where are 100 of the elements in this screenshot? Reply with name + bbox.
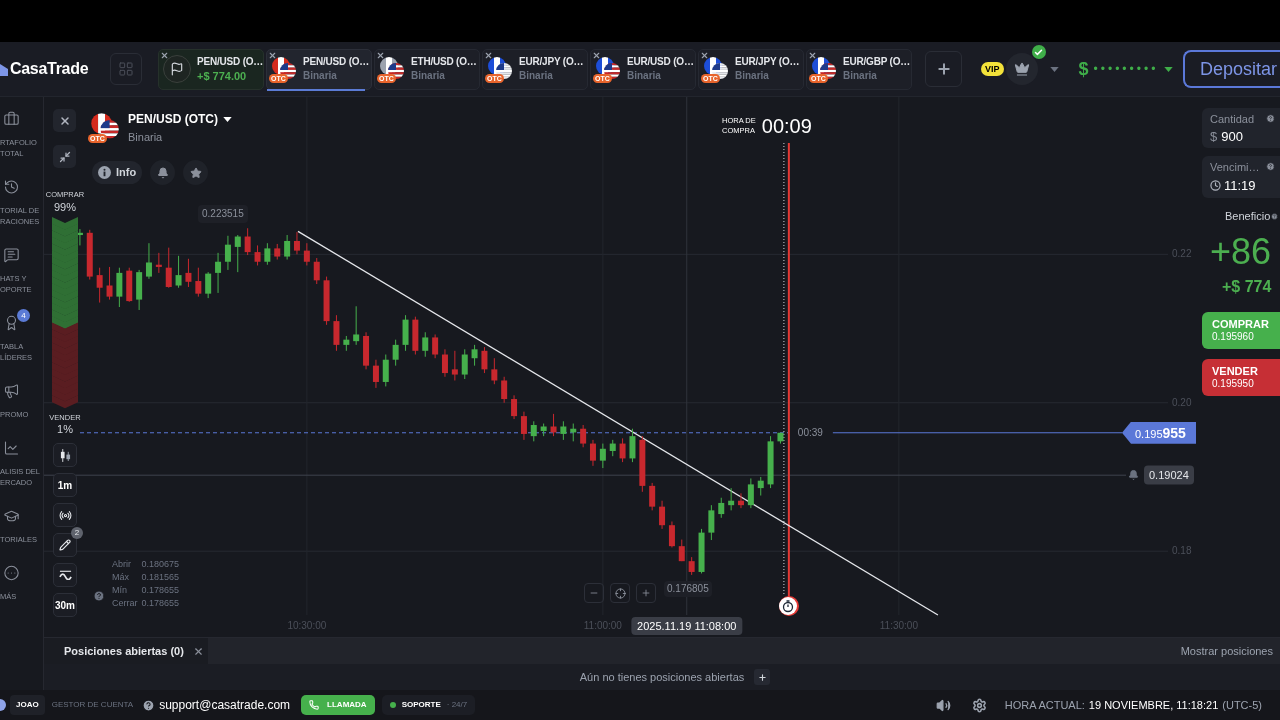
ohlc-value: 0.181565 [141,571,180,584]
favorite-button[interactable] [183,160,209,185]
candle [234,234,241,273]
candle [155,252,162,274]
close-icon[interactable] [192,645,204,657]
close-icon[interactable] [376,50,385,60]
close-icon[interactable] [700,50,709,60]
history-icon [3,179,20,195]
add-position-button[interactable] [754,669,771,685]
empty-positions-text: Aún no tienes posiciones abiertas [579,669,745,685]
candle [481,346,488,374]
candle [264,242,271,266]
support-status[interactable]: SOPORTE · 24/7 [381,695,476,715]
plus-icon [641,588,651,598]
vip-label: VIP [981,62,1004,76]
pencil-icon [59,539,71,551]
candle [422,331,429,358]
candle [688,556,695,576]
stopwatch-icon[interactable] [778,596,799,616]
candle [511,394,518,420]
candle [402,314,409,352]
candle [639,435,646,493]
close-chart-button[interactable] [53,109,76,132]
candle [382,354,389,387]
min-price-label: 0.176805 [664,581,712,597]
show-positions-button[interactable]: Mostrar posiciones [1180,642,1273,660]
candle [185,258,192,288]
briefcase-icon [3,111,20,127]
support-email[interactable]: support@casatrade.com [159,696,291,714]
logo-icon [0,62,9,76]
broadcast-icon [58,508,72,522]
profit-amount: +$ 774 [1221,278,1273,296]
open-positions-tab[interactable]: Posiciones abiertas (0) [44,638,208,664]
alert-price-label[interactable]: 0.19024 [1144,465,1194,485]
help-icon[interactable] [142,698,156,712]
help-icon[interactable] [1266,114,1275,123]
user-name[interactable]: JOAO [10,695,45,715]
candle [76,228,83,246]
candle [372,359,379,389]
help-icon[interactable] [1271,213,1279,220]
ohlc-value: 0.178655 [141,597,180,610]
clock-label: HORA ACTUAL: [1004,697,1085,713]
add-tab-button[interactable] [925,51,962,87]
chart-tool-button[interactable]: 30m [53,593,77,617]
candle [629,428,636,463]
expiry-field[interactable]: Vencimi… 11:19 [1202,156,1280,198]
candle [254,244,261,266]
ohlc-label: Cerrar [112,597,138,610]
megaphone-icon [3,383,20,399]
candle [580,424,587,448]
current-time: 19 NOVIEMBRE, 11:18:21 [1088,697,1219,713]
info-icon [98,166,111,179]
settings-icon[interactable] [971,697,987,713]
caret-icon[interactable] [1164,66,1174,72]
candle [570,423,577,442]
candle [126,267,133,303]
current-price-label: 0.195955 [1122,421,1196,444]
recenter-button[interactable] [610,583,630,603]
account-manager-label: GESTOR DE CUENTA [51,699,134,711]
info-button[interactable]: Info [92,161,143,184]
line-chart-icon [3,440,20,456]
close-icon[interactable] [808,50,817,60]
sell-button[interactable]: VENDER 0.195950 [1202,359,1280,396]
speaker-icon[interactable] [935,697,951,713]
drawings-count: 2 [71,527,83,539]
chart-tool-button[interactable] [53,563,77,587]
close-icon[interactable] [160,50,169,60]
chart-tool-button[interactable]: 1m [53,473,77,497]
help-icon[interactable] [93,590,105,602]
deposit-button[interactable]: Depositar [1183,50,1280,88]
close-icon[interactable] [592,50,601,60]
crown-avatar-icon[interactable] [1005,53,1038,85]
plus-icon [935,61,952,77]
alert-button[interactable] [150,160,176,185]
ohlc-label: Abrir [112,558,132,571]
close-icon[interactable] [268,50,277,60]
masked-balance[interactable]: ••••••••• [1093,63,1159,75]
asset-tab[interactable]: PEN/USD (O… +$ 774.00 [158,48,264,90]
candle [451,350,458,381]
x-axis-label: 10:30:00 [287,620,327,632]
collapse-button[interactable] [53,145,76,168]
candle [668,521,675,548]
candle [333,314,340,352]
avatar-icon[interactable] [0,699,6,711]
asset-selector[interactable]: PEN/USD (OTC) [128,112,232,127]
chart-tool-button[interactable] [53,503,77,527]
amount-field[interactable]: Cantidad $ 900 [1202,108,1280,148]
help-icon[interactable] [1266,162,1275,171]
chart-tool-button[interactable] [53,443,77,467]
candle [323,276,330,326]
caret-icon[interactable] [223,117,232,122]
candle [86,229,93,281]
close-icon[interactable] [484,50,493,60]
buy-percentage: 99% [54,201,76,214]
candle [550,413,557,437]
candle [353,305,360,346]
ohlc-label: Mín [112,584,128,597]
profit-label: Beneficio [1225,210,1271,223]
flag-icon [163,55,191,83]
bell-icon[interactable] [1128,469,1139,481]
